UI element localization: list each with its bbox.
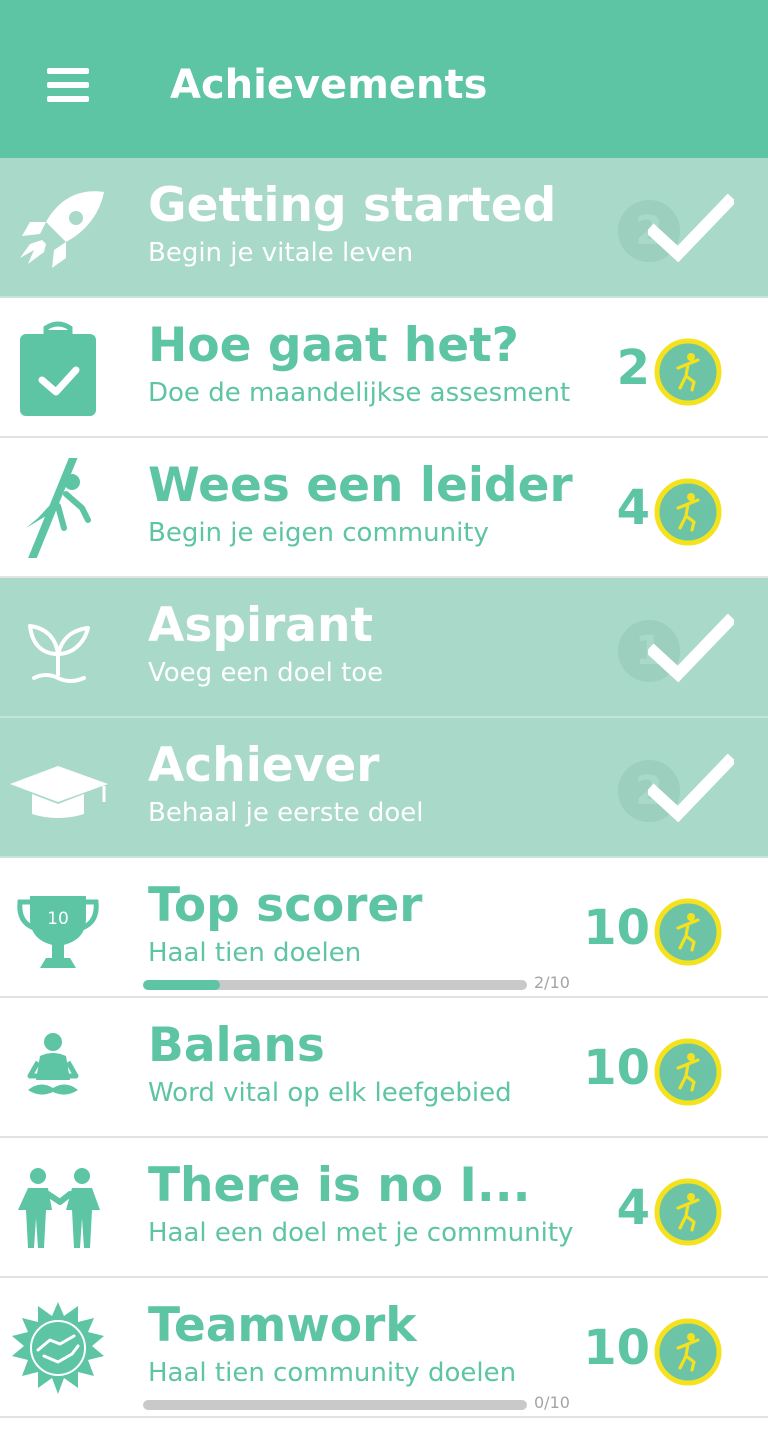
achievement-row[interactable]: Aspirant Voeg een doel toe 1 xyxy=(0,578,768,718)
achievement-row[interactable]: Balans Word vital op elk leefgebied 10 xyxy=(0,998,768,1138)
achievement-title: Hoe gaat het? xyxy=(148,318,519,373)
achievement-subtitle: Haal een doel met je community xyxy=(148,1218,574,1248)
completed-indicator: 2 xyxy=(612,754,742,834)
achievement-title: Wees een leider xyxy=(148,458,573,513)
progress-fill xyxy=(143,980,220,990)
achievement-points: 10 xyxy=(583,1040,650,1096)
achievement-title: Achiever xyxy=(148,738,380,793)
reward-coin-icon xyxy=(654,1038,722,1106)
achievement-points: 4 xyxy=(616,480,650,536)
achievement-subtitle: Begin je eigen community xyxy=(148,518,489,548)
reward-coin-icon xyxy=(654,338,722,406)
progress-label: 2/10 xyxy=(534,973,570,992)
achievement-row[interactable]: Getting started Begin je vitale leven 2 xyxy=(0,158,768,298)
graduation-cap-icon xyxy=(8,738,108,838)
achievement-title: Getting started xyxy=(148,178,557,233)
handshake-sun-icon xyxy=(8,1298,108,1398)
trophy-icon: 10 xyxy=(8,878,108,978)
achievement-title: There is no I... xyxy=(148,1158,531,1213)
achievement-subtitle: Voeg een doel toe xyxy=(148,658,384,688)
hamburger-menu-icon[interactable] xyxy=(38,58,98,112)
achievement-subtitle: Begin je vitale leven xyxy=(148,238,414,268)
achievement-subtitle: Word vital op elk leefgebied xyxy=(148,1078,512,1108)
people-handshake-icon xyxy=(8,1158,108,1258)
achievement-row[interactable]: 10 Top scorer Haal tien doelen 10 2/10 xyxy=(0,858,768,998)
superhero-icon xyxy=(8,458,108,558)
meditation-icon xyxy=(8,1018,108,1118)
reward-coin-icon xyxy=(654,898,722,966)
achievement-title: Aspirant xyxy=(148,598,373,653)
achievement-subtitle: Haal tien doelen xyxy=(148,938,362,968)
achievement-row[interactable]: There is no I... Haal een doel met je co… xyxy=(0,1138,768,1278)
achievement-subtitle: Behaal je eerste doel xyxy=(148,798,424,828)
achievement-title: Top scorer xyxy=(148,878,423,933)
reward-coin-icon xyxy=(654,1178,722,1246)
achievement-points: 2 xyxy=(616,340,650,396)
achievement-points: 4 xyxy=(616,1180,650,1236)
page-title: Achievements xyxy=(170,62,488,108)
app-bar: Achievements xyxy=(0,0,768,158)
achievement-row[interactable]: Achiever Behaal je eerste doel 2 xyxy=(0,718,768,858)
achievement-title: Balans xyxy=(148,1018,325,1073)
completed-indicator: 2 xyxy=(612,194,742,274)
achievement-row[interactable]: Teamwork Haal tien community doelen 10 0… xyxy=(0,1278,768,1418)
achievement-points: 10 xyxy=(583,900,650,956)
achievement-title: Teamwork xyxy=(148,1298,417,1353)
progress-label: 0/10 xyxy=(534,1393,570,1412)
trophy-label: 10 xyxy=(47,909,69,929)
rocket-icon xyxy=(8,178,108,278)
completed-indicator: 1 xyxy=(612,614,742,694)
achievement-row[interactable]: Wees een leider Begin je eigen community… xyxy=(0,438,768,578)
achievement-row[interactable]: Hoe gaat het? Doe de maandelijkse assesm… xyxy=(0,298,768,438)
progress-bar xyxy=(143,980,527,990)
checkmark-icon xyxy=(648,754,734,823)
achievement-subtitle: Doe de maandelijkse assesment xyxy=(148,378,571,408)
achievement-list: Getting started Begin je vitale leven 2 … xyxy=(0,158,768,1418)
reward-coin-icon xyxy=(654,478,722,546)
progress-bar xyxy=(143,1400,527,1410)
checkmark-icon xyxy=(648,614,734,683)
sprout-icon xyxy=(8,598,108,698)
clipboard-check-icon xyxy=(8,318,108,418)
achievement-points: 10 xyxy=(583,1320,650,1376)
achievement-subtitle: Haal tien community doelen xyxy=(148,1358,517,1388)
reward-coin-icon xyxy=(654,1318,722,1386)
checkmark-icon xyxy=(648,194,734,263)
